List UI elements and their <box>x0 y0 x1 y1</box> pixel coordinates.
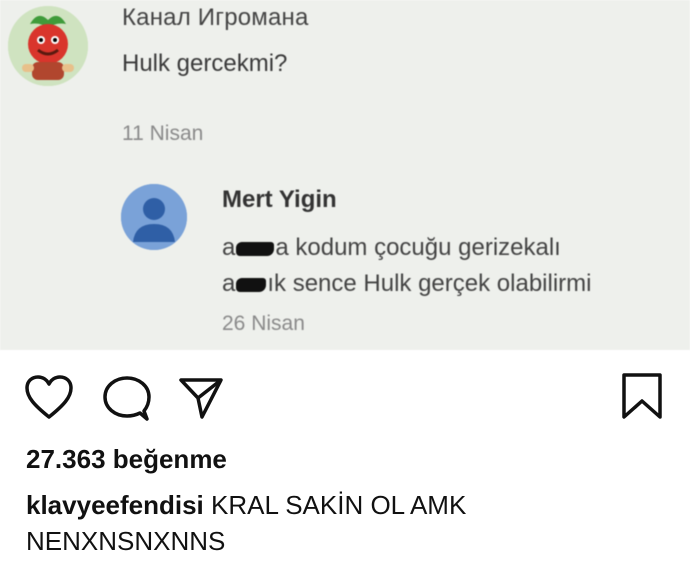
reply-line1-suffix: a kodum çocuğu gerizekalı <box>275 234 561 261</box>
comment-icon <box>103 376 151 421</box>
post-caption: klavyeefendisi KRAL SAKİN OL AMK NENXNSN… <box>26 487 666 559</box>
default-user-icon <box>121 184 187 250</box>
reply-line2-prefix: a <box>222 270 236 297</box>
share-button[interactable] <box>178 376 224 420</box>
reply-text-line-2: a ık sence Hulk gerçek olabilirmi <box>222 270 591 298</box>
channel-name: Канал Игромана <box>122 4 309 31</box>
channel-comment-date: 11 Nisan <box>122 122 204 145</box>
bookmark-icon <box>622 373 662 419</box>
reply-author: Mert Yigin <box>222 186 337 213</box>
censor-scribble <box>236 277 267 292</box>
channel-comment: Hulk gercekmi? <box>122 50 288 77</box>
reply-text-line-1: a a kodum çocuğu gerizekalı <box>222 234 561 262</box>
reply-avatar <box>121 184 187 250</box>
censor-scribble <box>236 241 275 256</box>
save-button[interactable] <box>620 372 664 420</box>
likes-count[interactable]: 27.363 beğenme <box>26 444 227 475</box>
tomato-character-icon <box>8 6 88 86</box>
embedded-screenshot: Канал Игромана Hulk gercekmi? 11 Nisan M… <box>0 0 690 350</box>
reply-line1-prefix: a <box>222 234 236 261</box>
share-icon <box>179 378 223 419</box>
channel-avatar <box>8 6 88 86</box>
comment-button[interactable] <box>102 375 152 423</box>
like-button[interactable] <box>24 374 74 422</box>
heart-icon <box>25 375 73 419</box>
reply-date: 26 Nisan <box>222 312 305 335</box>
caption-username[interactable]: klavyeefendisi <box>26 490 204 520</box>
reply-line2-suffix: ık sence Hulk gerçek olabilirmi <box>267 270 592 297</box>
